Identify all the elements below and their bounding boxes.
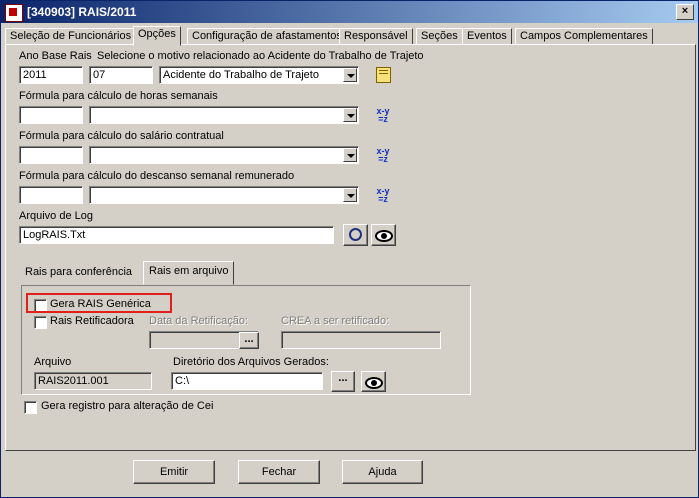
ellipsis-icon: ... [244,333,254,345]
fechar-button[interactable]: Fechar [238,460,320,484]
browse-directory-button[interactable]: ... [331,371,355,392]
tab-responsavel[interactable]: Responsável [339,28,413,45]
formula-icon[interactable]: x-y =z [374,147,392,165]
horas-semanais-label: Fórmula para cálculo de horas semanais [19,90,218,102]
descanso-code-input[interactable] [19,186,83,204]
tab-selecao-funcionarios[interactable]: Seleção de Funcionários [5,28,137,45]
motivo-select-value: Acidente do Trabalho de Trajeto [163,69,319,81]
browse-log-button[interactable] [343,224,368,246]
ano-base-label: Ano Base Rais [19,50,92,62]
tab-configuracao-afastamentos[interactable]: Configuração de afastamentos [187,28,347,45]
chevron-down-icon[interactable] [343,148,357,162]
diretorio-input[interactable]: C:\ [171,372,323,390]
subtab-rais-arquivo[interactable]: Rais em arquivo [143,261,235,285]
view-log-button[interactable] [371,224,396,246]
title-bar[interactable]: [340903] RAIS/2011 × [1,1,698,23]
highlight-box [26,293,172,313]
tab-opcoes[interactable]: Opções [133,26,181,46]
salario-code-input[interactable] [19,146,83,164]
log-file-input[interactable]: LogRAIS.Txt [19,226,334,244]
descanso-semanal-label: Fórmula para cálculo do descanso semanal… [19,170,295,182]
crea-label: CREA a ser retificado: [281,315,390,327]
eye-icon [374,230,393,242]
gera-registro-cei-label: Gera registro para alteração de Cei [41,400,214,412]
descanso-select[interactable] [89,186,359,204]
salario-select[interactable] [89,146,359,164]
view-directory-button[interactable] [361,371,386,392]
subtab-rais-conferencia[interactable]: Rais para conferência [20,263,137,281]
tab-secoes[interactable]: Seções [416,28,463,45]
horas-code-input[interactable] [19,106,83,124]
emitir-button[interactable]: Emitir [133,460,215,484]
motivo-select[interactable]: Acidente do Trabalho de Trajeto [159,66,359,84]
crea-input [281,331,441,349]
arquivo-label: Arquivo [34,356,72,368]
window-title: [340903] RAIS/2011 [27,5,137,19]
rais-window: [340903] RAIS/2011 × Seleção de Funcioná… [0,0,699,498]
tab-campos-complementares[interactable]: Campos Complementares [515,28,653,45]
notepad-icon[interactable] [376,67,391,83]
arquivo-input: RAIS2011.001 [34,372,152,390]
motivo-code-input[interactable]: 07 [89,66,153,84]
chevron-down-icon[interactable] [343,68,357,82]
ano-base-input[interactable]: 2011 [19,66,83,84]
arquivo-log-label: Arquivo de Log [19,210,93,222]
ellipsis-icon: ... [338,372,348,384]
horas-select[interactable] [89,106,359,124]
formula-icon[interactable]: x-y =z [374,187,392,205]
chevron-down-icon[interactable] [343,188,357,202]
calendar-button[interactable]: ... [239,332,259,349]
salario-contratual-label: Fórmula para cálculo do salário contratu… [19,130,224,142]
chevron-down-icon[interactable] [343,108,357,122]
data-retificacao-label: Data da Retificação: [149,315,249,327]
motivo-label: Selecione o motivo relacionado ao Aciden… [97,50,424,62]
diretorio-label: Diretório dos Arquivos Gerados: [173,356,329,368]
formula-icon[interactable]: x-y =z [374,107,392,125]
ajuda-button[interactable]: Ajuda [342,460,423,484]
tab-eventos[interactable]: Eventos [462,28,512,45]
eye-icon [364,377,383,389]
app-icon [5,4,23,22]
gera-registro-cei-checkbox[interactable] [24,401,37,414]
rais-retificadora-checkbox[interactable] [34,316,47,329]
close-button[interactable]: × [676,4,694,20]
magnifier-icon [349,228,362,241]
rais-retificadora-label: Rais Retificadora [50,315,134,327]
